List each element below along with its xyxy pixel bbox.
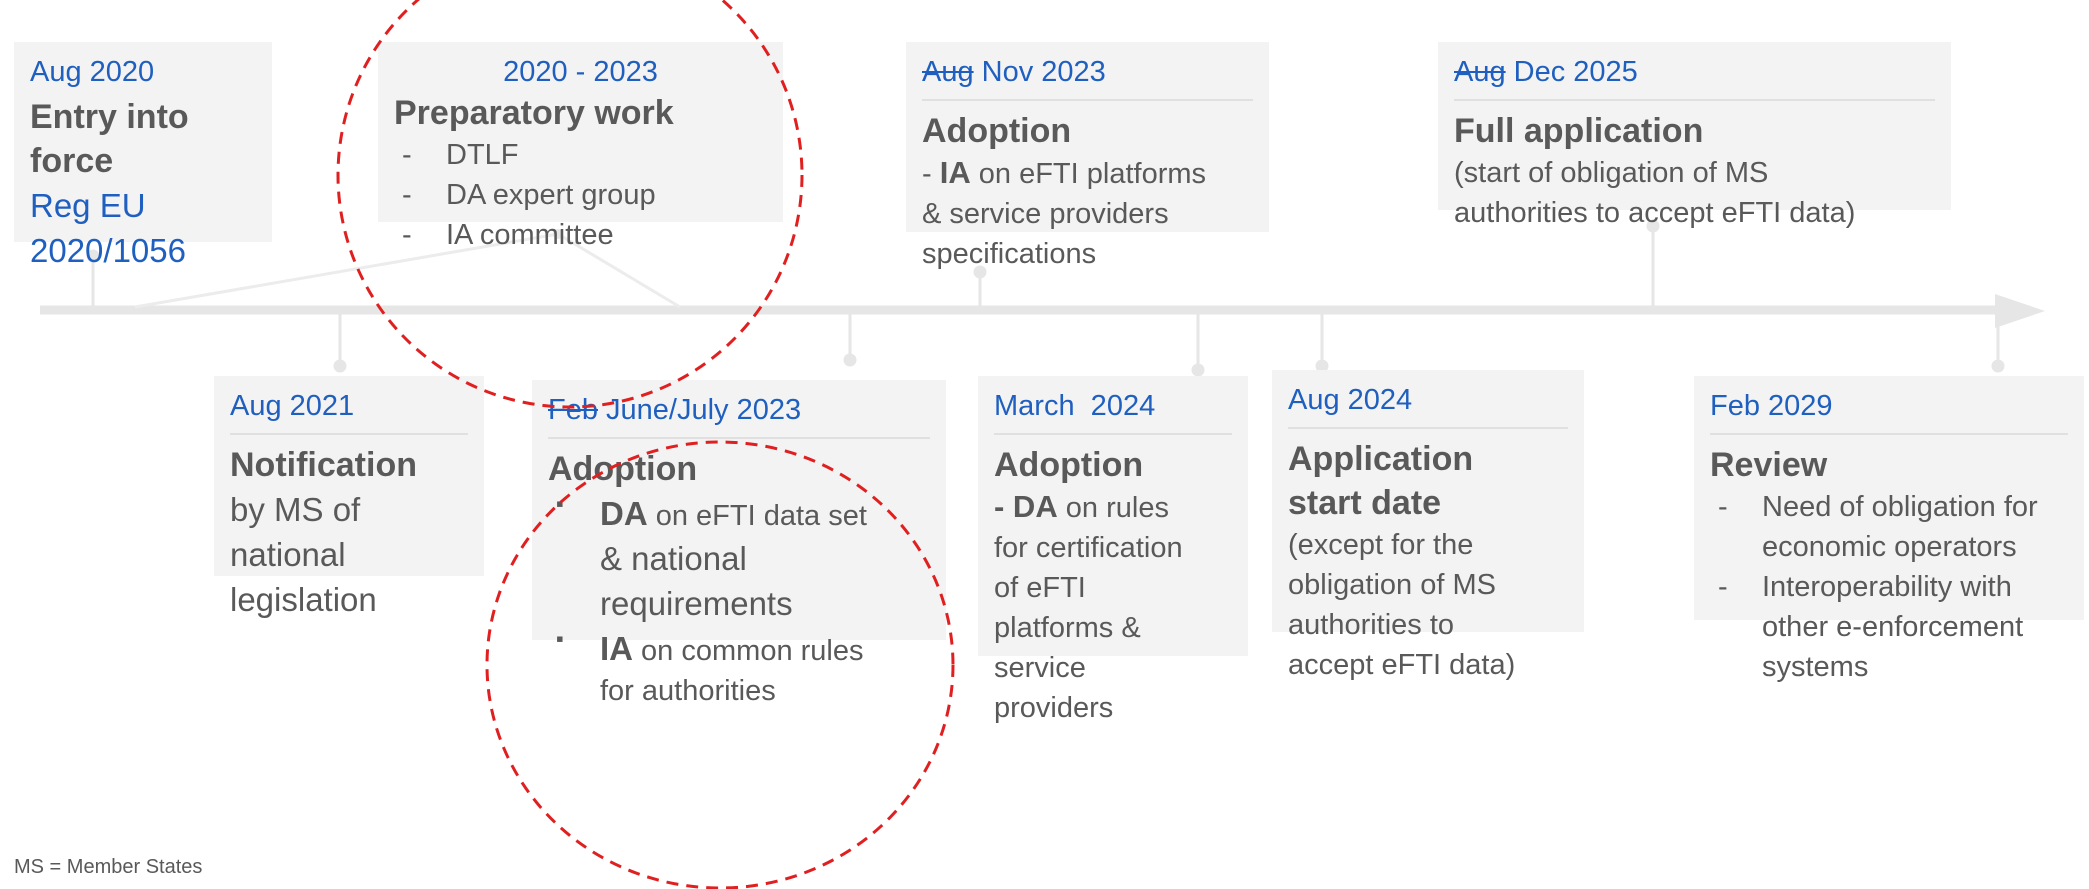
event-description: by MS of national legislation (230, 491, 377, 618)
event-title: Review (1710, 446, 1828, 484)
event-title: Application start date (1288, 440, 1474, 522)
event-title: Adoption (548, 450, 698, 488)
event-card-preparatory-work: 2020 - 2023 Preparatory work DTLF DA exp… (378, 42, 783, 255)
new-date: Dec 2025 (1513, 56, 1638, 88)
event-date: March 2024 (994, 390, 1232, 435)
event-date: Aug Nov 2023 (922, 56, 1253, 101)
regulation-reference: Reg EU 2020/1056 (30, 187, 186, 269)
list-item: IA committee (394, 215, 767, 255)
event-description: - DA on rules for certification of eFTI … (994, 489, 1183, 724)
event-card-notification: Aug 2021 Notification by MS of national … (214, 376, 484, 618)
event-date: Feb 2029 (1710, 390, 2068, 435)
event-title: Entry into force (30, 98, 189, 180)
event-date: 2020 - 2023 (503, 56, 658, 88)
event-title: Full application (1454, 112, 1704, 150)
review-list: Need of obligation for economic operator… (1710, 487, 2068, 687)
event-card-entry-into-force: Aug 2020 Entry into force Reg EU 2020/10… (14, 42, 272, 269)
list-item: IA on common rules for authorities (548, 626, 930, 711)
list-item: Need of obligation for economic operator… (1710, 487, 2068, 567)
event-title: Notification (230, 446, 417, 484)
event-title: Adoption (922, 112, 1072, 150)
event-card-adoption-da: Feb June/July 2023 Adoption DA on eFTI d… (532, 380, 946, 707)
list-item: DA on eFTI data set & national requireme… (548, 491, 930, 626)
new-date: Nov 2023 (981, 56, 1106, 88)
event-date: Aug Dec 2025 (1454, 56, 1935, 101)
struck-date: Feb (548, 394, 598, 426)
event-card-full-application: Aug Dec 2025 Full application (start of … (1438, 42, 1951, 229)
event-description: (except for the obligation of MS authori… (1288, 529, 1516, 681)
event-card-application-start: Aug 2024 Application start date (except … (1272, 370, 1584, 681)
struck-date: Aug (922, 56, 974, 88)
footnote-ms: MS = Member States (14, 856, 203, 878)
list-item: DA expert group (394, 175, 767, 215)
event-card-review: Feb 2029 Review Need of obligation for e… (1694, 376, 2084, 683)
event-date: Aug 2020 (30, 56, 155, 88)
new-date: June/July 2023 (606, 394, 802, 426)
event-description: (start of obligation of MS authorities t… (1454, 157, 1856, 229)
event-card-adoption-certification: March 2024 Adoption - DA on rules for ce… (978, 376, 1248, 724)
struck-date: Aug (1454, 56, 1506, 88)
event-title: Adoption (994, 446, 1144, 484)
event-date: Aug 2021 (230, 390, 468, 435)
timeline-arrowhead (1995, 294, 2045, 328)
list-item: Interoperability with other e-enforcemen… (1710, 567, 2068, 687)
prep-work-list: DTLF DA expert group IA committee (394, 135, 767, 255)
event-card-adoption-ia: Aug Nov 2023 Adoption - IA on eFTI platf… (906, 42, 1269, 270)
event-date: Aug 2024 (1288, 384, 1568, 429)
event-title: Preparatory work (394, 94, 674, 132)
list-item: DTLF (394, 135, 767, 175)
event-description: - IA on eFTI platforms & service provide… (922, 155, 1207, 270)
event-date: Feb June/July 2023 (548, 394, 930, 439)
adoption-da-list: DA on eFTI data set & national requireme… (548, 491, 930, 711)
